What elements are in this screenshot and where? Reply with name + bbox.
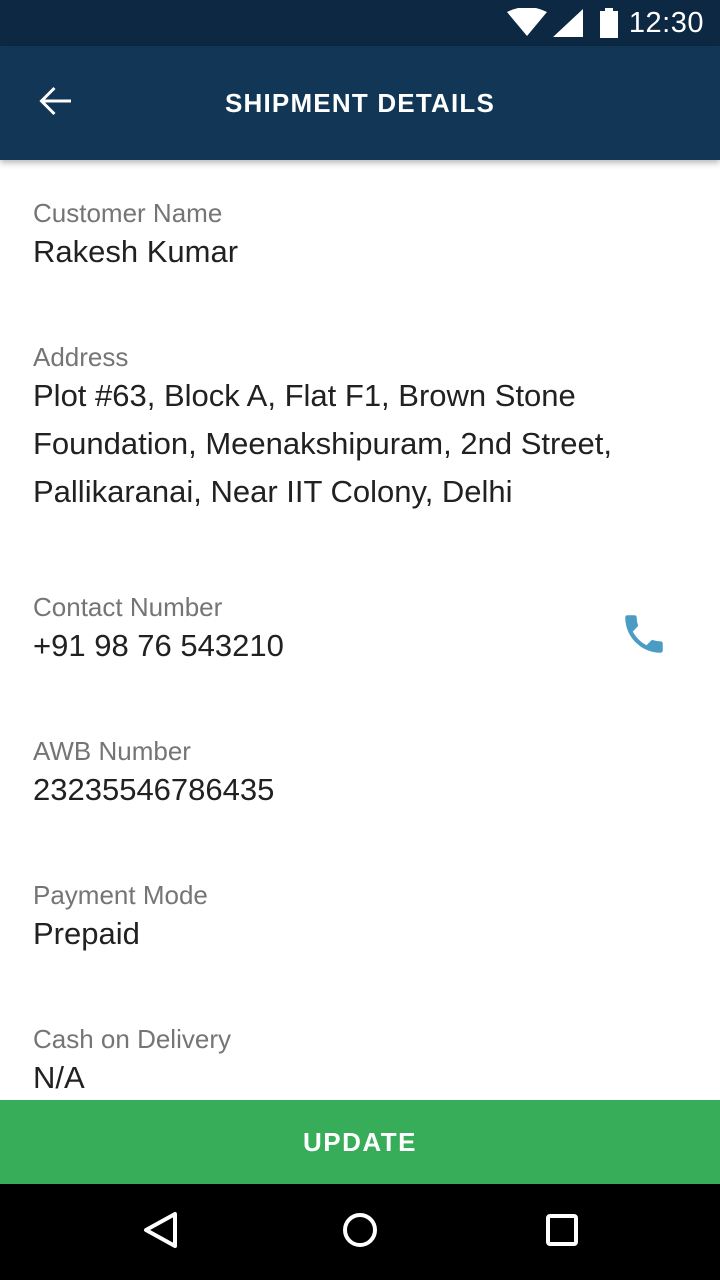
customer-name-field: Customer Name Rakesh Kumar xyxy=(33,198,680,276)
battery-icon xyxy=(599,8,619,38)
wifi-icon xyxy=(506,8,547,38)
contact-number-label: Contact Number xyxy=(33,592,223,622)
awb-number-field: AWB Number 23235546786435 xyxy=(33,736,680,814)
customer-name-label: Customer Name xyxy=(33,198,223,228)
payment-mode-field: Payment Mode Prepaid xyxy=(33,880,680,958)
address-label: Address xyxy=(33,342,129,372)
contact-number-value: +91 98 76 543210 xyxy=(33,628,284,663)
contact-number-field: Contact Number +91 98 76 543210 xyxy=(33,592,680,670)
customer-name-value: Rakesh Kumar xyxy=(33,234,239,269)
nav-home-button[interactable] xyxy=(326,1198,394,1266)
payment-mode-value: Prepaid xyxy=(33,916,140,951)
address-field: Address Plot #63, Block A, Flat F1, Brow… xyxy=(33,342,680,516)
page-title: SHIPMENT DETAILS xyxy=(224,88,496,118)
awb-number-label: AWB Number xyxy=(33,736,191,766)
app-bar: SHIPMENT DETAILS xyxy=(0,46,720,160)
status-icons: 12:30 xyxy=(506,0,704,46)
cell-signal-icon xyxy=(552,9,583,37)
cash-on-delivery-value: N/A xyxy=(33,1060,85,1095)
system-nav-bar xyxy=(0,1184,720,1280)
home-circle-icon xyxy=(342,1212,378,1253)
status-time: 12:30 xyxy=(628,6,704,39)
call-button[interactable] xyxy=(612,604,676,668)
back-triangle-icon xyxy=(142,1211,178,1254)
recents-square-icon xyxy=(545,1213,579,1252)
payment-mode-label: Payment Mode xyxy=(33,880,208,910)
update-button[interactable]: UPDATE xyxy=(0,1100,720,1184)
nav-recents-button[interactable] xyxy=(528,1198,596,1266)
awb-number-value: 23235546786435 xyxy=(33,772,275,807)
phone-icon xyxy=(619,609,669,664)
status-bar: 12:30 xyxy=(0,0,720,46)
address-value: Plot #63, Block A, Flat F1, Brown Stone … xyxy=(33,378,613,509)
nav-back-button[interactable] xyxy=(126,1198,194,1266)
cash-on-delivery-field: Cash on Delivery N/A xyxy=(33,1024,680,1100)
shipment-details-content[interactable]: Customer Name Rakesh Kumar Address Plot … xyxy=(0,160,720,1100)
cash-on-delivery-label: Cash on Delivery xyxy=(33,1024,231,1054)
